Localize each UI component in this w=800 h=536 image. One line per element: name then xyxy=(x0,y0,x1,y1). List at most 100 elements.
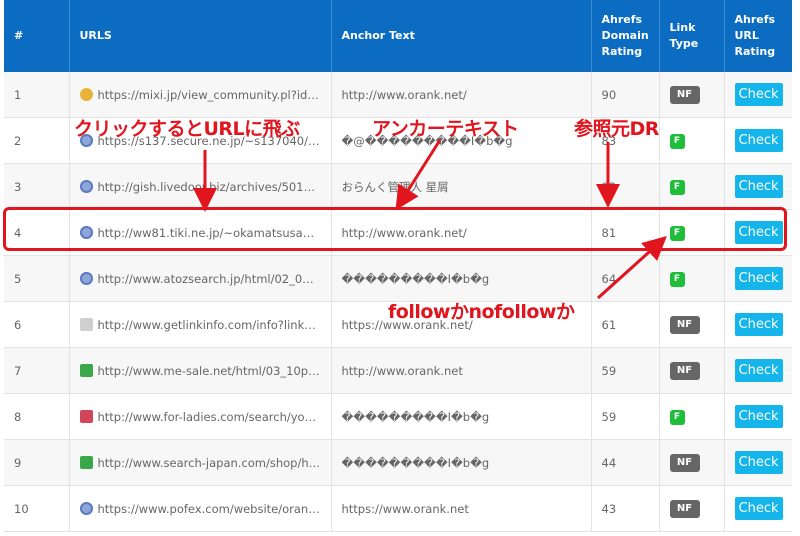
anchor-text-cell: ���������I�b�g xyxy=(331,439,592,486)
check-button[interactable]: Check xyxy=(734,497,783,520)
anchor-text-cell: https://www.orank.net xyxy=(331,485,592,532)
url-rating-cell: Check xyxy=(724,301,792,348)
url-rating-cell: Check xyxy=(724,163,792,210)
link-icon xyxy=(79,317,93,331)
table-row: 1 https://mixi.jp/view_community.pl?id=4… xyxy=(4,72,792,118)
domain-rating-cell: 61 xyxy=(591,301,660,348)
link-type-badge: NF xyxy=(669,453,700,472)
check-button[interactable]: Check xyxy=(734,313,783,336)
domain-rating-cell: 43 xyxy=(591,485,660,532)
domain-rating-cell: 90 xyxy=(591,72,660,118)
pink-icon xyxy=(79,409,93,423)
anchor-text-cell: おらんく管理人 星屑 xyxy=(331,163,592,210)
globe-icon xyxy=(79,179,93,193)
globe-icon xyxy=(79,501,93,515)
url-cell[interactable]: http://gish.livedoor.biz/archives/50124.… xyxy=(69,163,332,210)
leaf-icon xyxy=(79,455,93,469)
row-number: 7 xyxy=(4,347,70,394)
table-row: 7 http://www.me-sale.net/html/03_10p1...… xyxy=(4,347,792,394)
anchor-text-cell: http://www.orank.net xyxy=(331,347,592,394)
domain-rating-cell: 59 xyxy=(591,347,660,394)
link-type-badge: NF xyxy=(669,315,700,334)
anchor-text-cell: ���������I�b�g xyxy=(331,255,592,302)
table-row: 9 http://www.search-japan.com/shop/ht...… xyxy=(4,439,792,486)
url-link[interactable]: http://www.search-japan.com/shop/ht... xyxy=(98,456,325,470)
url-rating-cell: Check xyxy=(724,347,792,394)
col-header-link-type[interactable]: Link Type xyxy=(659,0,725,72)
link-type-badge: NF xyxy=(669,361,700,380)
url-link[interactable]: http://www.getlinkinfo.com/info?link=h..… xyxy=(98,318,331,332)
row-number: 2 xyxy=(4,117,70,164)
url-cell[interactable]: http://www.me-sale.net/html/03_10p1... xyxy=(69,347,332,394)
anchor-text-cell: http://www.orank.net/ xyxy=(331,72,592,118)
check-button[interactable]: Check xyxy=(734,83,783,106)
domain-rating-cell: 82 xyxy=(591,163,660,210)
backlinks-table: # URLS Anchor Text Ahrefs Domain Rating … xyxy=(4,0,792,532)
row-number: 5 xyxy=(4,255,70,302)
table-row: 8 http://www.for-ladies.com/search/yomi.… xyxy=(4,393,792,440)
green-icon xyxy=(79,363,93,377)
annotation-follow: followかnofollowか xyxy=(388,301,575,323)
url-link[interactable]: http://www.me-sale.net/html/03_10p1... xyxy=(98,364,327,378)
link-type-cell: NF xyxy=(659,347,725,394)
link-type-cell: NF xyxy=(659,439,725,486)
annotation-anchor-text: アンカーテキスト xyxy=(372,118,519,140)
url-cell[interactable]: https://mixi.jp/view_community.pl?id=4..… xyxy=(69,72,332,118)
link-type-badge: F xyxy=(669,410,685,425)
row-4-highlight-box xyxy=(3,207,787,251)
table-row: 10 https://www.pofex.com/website/orank..… xyxy=(4,485,792,532)
table-row: 3 http://gish.livedoor.biz/archives/5012… xyxy=(4,163,792,210)
url-link[interactable]: https://www.pofex.com/website/orank.... xyxy=(98,502,330,516)
link-type-cell: F xyxy=(659,163,725,210)
url-rating-cell: Check xyxy=(724,117,792,164)
url-rating-cell: Check xyxy=(724,393,792,440)
url-link[interactable]: http://www.for-ladies.com/search/yomi... xyxy=(98,410,330,424)
row-number: 1 xyxy=(4,72,70,118)
row-number: 10 xyxy=(4,485,70,532)
col-header-num: # xyxy=(4,0,70,72)
link-type-badge: NF xyxy=(669,499,700,518)
col-header-anchor-text[interactable]: Anchor Text xyxy=(331,0,592,72)
row-number: 9 xyxy=(4,439,70,486)
url-rating-cell: Check xyxy=(724,72,792,118)
link-type-badge: F xyxy=(669,134,685,149)
url-cell[interactable]: http://www.getlinkinfo.com/info?link=h..… xyxy=(69,301,332,348)
check-button[interactable]: Check xyxy=(734,175,783,198)
col-header-url-rating[interactable]: Ahrefs URL Rating xyxy=(724,0,792,72)
domain-rating-cell: 59 xyxy=(591,393,660,440)
link-type-badge: F xyxy=(669,272,685,287)
link-type-cell: F xyxy=(659,393,725,440)
mixi-icon xyxy=(79,87,93,101)
link-type-cell: F xyxy=(659,117,725,164)
link-type-cell: NF xyxy=(659,72,725,118)
link-type-badge: NF xyxy=(669,85,700,104)
check-button[interactable]: Check xyxy=(734,405,783,428)
row-number: 8 xyxy=(4,393,70,440)
url-cell[interactable]: http://www.search-japan.com/shop/ht... xyxy=(69,439,332,486)
url-cell[interactable]: http://www.atozsearch.jp/html/02_08p... xyxy=(69,255,332,302)
anchor-text-cell: ���������I�b�g xyxy=(331,393,592,440)
check-button[interactable]: Check xyxy=(734,451,783,474)
url-link[interactable]: http://www.atozsearch.jp/html/02_08p... xyxy=(98,272,328,286)
url-link[interactable]: http://gish.livedoor.biz/archives/50124.… xyxy=(98,180,330,194)
row-number: 6 xyxy=(4,301,70,348)
table-row: 5 http://www.atozsearch.jp/html/02_08p..… xyxy=(4,255,792,302)
url-cell[interactable]: https://www.pofex.com/website/orank.... xyxy=(69,485,332,532)
domain-rating-cell: 64 xyxy=(591,255,660,302)
url-link[interactable]: https://mixi.jp/view_community.pl?id=4..… xyxy=(98,88,331,102)
link-type-cell: NF xyxy=(659,301,725,348)
url-rating-cell: Check xyxy=(724,255,792,302)
row-number: 3 xyxy=(4,163,70,210)
url-cell[interactable]: http://www.for-ladies.com/search/yomi... xyxy=(69,393,332,440)
table-header-row: # URLS Anchor Text Ahrefs Domain Rating … xyxy=(4,0,792,72)
domain-rating-cell: 44 xyxy=(591,439,660,486)
globe-icon xyxy=(79,271,93,285)
url-rating-cell: Check xyxy=(724,485,792,532)
col-header-urls[interactable]: URLS xyxy=(69,0,332,72)
check-button[interactable]: Check xyxy=(734,359,783,382)
backlinks-table-container: # URLS Anchor Text Ahrefs Domain Rating … xyxy=(4,0,792,536)
check-button[interactable]: Check xyxy=(734,129,783,152)
col-header-domain-rating[interactable]: Ahrefs Domain Rating xyxy=(591,0,660,72)
annotation-url: クリックするとURLに飛ぶ xyxy=(74,118,300,140)
check-button[interactable]: Check xyxy=(734,267,783,290)
